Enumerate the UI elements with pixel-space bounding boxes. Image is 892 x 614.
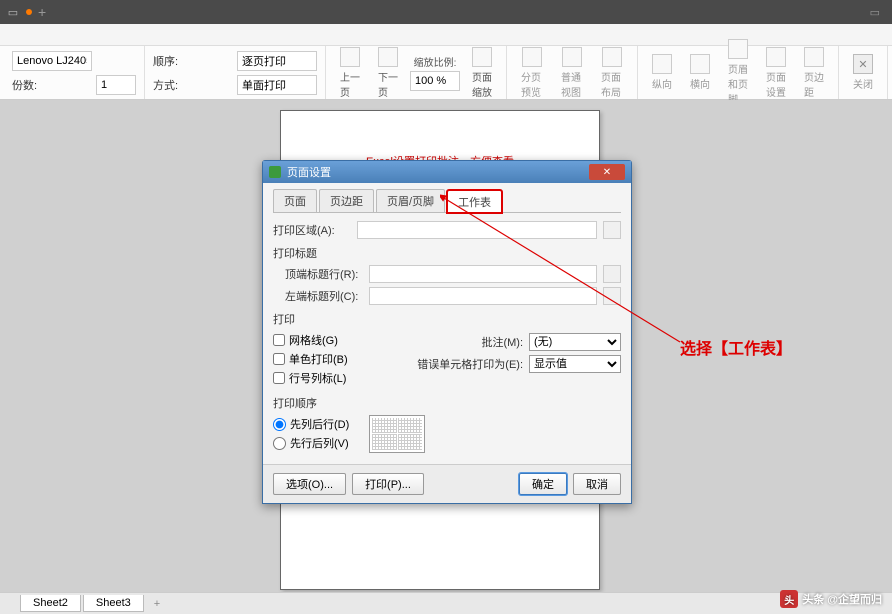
tab-margin[interactable]: 页边距 (319, 189, 374, 212)
comments-label: 批注(M): (413, 334, 523, 350)
quick-access-toolbar (0, 24, 892, 46)
order-label: 顺序: (153, 53, 231, 69)
options-button[interactable]: 选项(O)... (273, 473, 346, 495)
new-sheet-button[interactable]: + (146, 596, 168, 612)
print-area-input[interactable] (357, 221, 597, 239)
page-setup-button[interactable]: 页面设置 (760, 45, 792, 101)
tab-icon: ▭ (4, 4, 22, 20)
left-col-input[interactable] (369, 287, 597, 305)
rowcol-checkbox[interactable] (273, 372, 285, 384)
watermark: 头 头条 @企望而归 (780, 590, 882, 608)
sheet-tab-bar: Sheet2 Sheet3 + (0, 592, 892, 614)
scale-label: 缩放比例: (414, 54, 457, 69)
page-zoom-button[interactable]: 页面缩放 (466, 45, 498, 101)
print-button[interactable]: 打印(P)... (352, 473, 424, 495)
left-col-label: 左端标题列(C): (285, 288, 363, 304)
tab-indicator-icon (26, 9, 32, 15)
header-footer-button[interactable]: 页眉和页脚 (722, 37, 754, 108)
watermark-icon: 头 (780, 590, 798, 608)
mode-label: 方式: (153, 77, 231, 93)
errors-select[interactable]: 显示值 (529, 355, 621, 373)
over-then-down-radio[interactable] (273, 437, 286, 450)
print-area-label: 打印区域(A): (273, 222, 351, 238)
dialog-icon (269, 166, 281, 178)
dialog-close-button[interactable]: ✕ (589, 164, 625, 180)
close-preview-button[interactable]: ✕关闭 (847, 52, 879, 93)
close-icon: ✕ (853, 54, 873, 74)
top-row-input[interactable] (369, 265, 597, 283)
normal-view-button[interactable]: 普通视图 (555, 45, 589, 101)
print-ribbon: 份数: 顺序: 方式: 上一页 下一页 缩放比例: 页面缩放 分页预览 普通视图… (0, 46, 892, 100)
new-tab-button[interactable]: + (38, 4, 46, 20)
over-then-down-label: 先行后列(V) (290, 435, 349, 451)
rowcol-label: 行号列标(L) (289, 370, 346, 386)
copies-label: 份数: (12, 77, 90, 93)
down-then-over-label: 先列后行(D) (290, 416, 349, 432)
errors-label: 错误单元格打印为(E): (413, 356, 523, 372)
page-setup-dialog: 页面设置 ✕ 页面 页边距 页眉/页脚 工作表 打印区域(A): 打印标题 顶端… (262, 160, 632, 504)
top-row-range-button[interactable] (603, 265, 621, 283)
comments-select[interactable]: (无) (529, 333, 621, 351)
tab-header-footer[interactable]: 页眉/页脚 (376, 189, 445, 212)
dialog-titlebar[interactable]: 页面设置 ✕ (263, 161, 631, 183)
order-preview-icon (369, 415, 425, 453)
prev-page-button[interactable]: 上一页 (334, 45, 366, 101)
page-margin-button[interactable]: 页边距 (798, 45, 830, 101)
portrait-button[interactable]: 纵向 (646, 52, 678, 93)
print-section-label: 打印 (273, 311, 621, 327)
mono-label: 单色打印(B) (289, 351, 348, 367)
sheet-tab-sheet3[interactable]: Sheet3 (83, 595, 144, 612)
window-control-icon[interactable]: ▭ (870, 6, 880, 19)
printer-select[interactable] (12, 51, 92, 71)
copies-input[interactable] (96, 75, 136, 95)
mono-checkbox[interactable] (273, 353, 285, 365)
tab-sheet[interactable]: 工作表 (447, 190, 502, 213)
dialog-title: 页面设置 (287, 164, 331, 180)
top-row-label: 顶端标题行(R): (285, 266, 363, 282)
print-titles-label: 打印标题 (273, 245, 621, 261)
page-layout-button[interactable]: 页面布局 (595, 45, 629, 101)
annotation-text: 选择【工作表】 (680, 335, 792, 359)
mode-select[interactable] (237, 75, 317, 95)
order-select[interactable] (237, 51, 317, 71)
page-preview-button[interactable]: 分页预览 (515, 45, 549, 101)
scale-input[interactable] (410, 71, 460, 91)
tab-page[interactable]: 页面 (273, 189, 317, 212)
sheet-tab-sheet2[interactable]: Sheet2 (20, 595, 81, 612)
next-page-button[interactable]: 下一页 (372, 45, 404, 101)
left-col-range-button[interactable] (603, 287, 621, 305)
window-titlebar: ▭ + ▭ (0, 0, 892, 24)
down-then-over-radio[interactable] (273, 418, 286, 431)
order-section-label: 打印顺序 (273, 395, 621, 411)
cancel-button[interactable]: 取消 (573, 473, 621, 495)
dialog-tabs: 页面 页边距 页眉/页脚 工作表 (273, 189, 621, 213)
landscape-button[interactable]: 横向 (684, 52, 716, 93)
gridlines-label: 网格线(G) (289, 332, 338, 348)
ok-button[interactable]: 确定 (519, 473, 567, 495)
print-area-range-button[interactable] (603, 221, 621, 239)
gridlines-checkbox[interactable] (273, 334, 285, 346)
